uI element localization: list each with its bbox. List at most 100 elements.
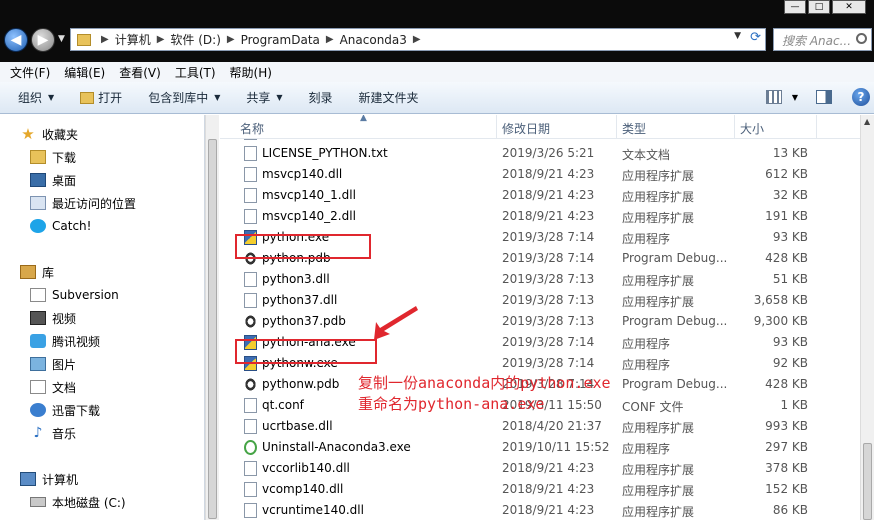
file-row[interactable]: msvcp140_1.dll 2018/9/21 4:23 应用程序扩展 32 KB bbox=[220, 185, 860, 206]
include-label: 包含到库中 bbox=[148, 91, 209, 105]
sidebar-item-desktop[interactable]: 桌面 bbox=[30, 169, 76, 191]
file-list-scroll-thumb[interactable] bbox=[863, 443, 872, 520]
search-icon[interactable] bbox=[856, 33, 867, 44]
subversion-icon bbox=[30, 288, 46, 302]
document-icon bbox=[244, 146, 257, 161]
help-icon[interactable]: ? bbox=[852, 88, 870, 106]
column-divider[interactable] bbox=[496, 115, 497, 139]
refresh-icon[interactable]: ⟳ bbox=[750, 30, 761, 45]
organize-label: 组织 bbox=[18, 91, 43, 105]
column-name[interactable]: 名称 bbox=[240, 120, 264, 137]
sidebar-item-xunlei[interactable]: 迅雷下载 bbox=[30, 399, 100, 421]
sidebar-item-music[interactable]: ♪ 音乐 bbox=[30, 422, 76, 444]
sidebar-item-tencent-video[interactable]: 腾讯视频 bbox=[30, 330, 100, 352]
sidebar-label: 收藏夹 bbox=[42, 127, 79, 142]
share-button[interactable]: 共享 ▼ bbox=[246, 89, 282, 106]
sidebar-label: Subversion bbox=[52, 288, 119, 302]
sidebar-label: 计算机 bbox=[42, 472, 79, 487]
back-button[interactable]: ◀ bbox=[4, 28, 28, 52]
command-bar: 组织 ▼ 打开 包含到库中 ▼ 共享 ▼ 刻录 新建文件夹 ▼ ? bbox=[0, 82, 874, 114]
column-type[interactable]: 类型 bbox=[622, 120, 646, 137]
burn-button[interactable]: 刻录 bbox=[309, 89, 333, 106]
scroll-up-icon[interactable]: ▲ bbox=[864, 117, 870, 126]
maximize-button[interactable]: □ bbox=[808, 0, 830, 14]
breadcrumb-programdata[interactable]: ProgramData bbox=[241, 33, 320, 47]
sidebar-item-library[interactable]: 库 bbox=[20, 261, 54, 283]
menu-tools[interactable]: 工具(T) bbox=[175, 64, 216, 81]
column-date[interactable]: 修改日期 bbox=[502, 120, 550, 137]
file-row[interactable]: python3.dll 2019/3/28 7:13 应用程序扩展 51 KB bbox=[220, 269, 860, 290]
sidebar-scroll-thumb[interactable] bbox=[208, 139, 217, 519]
sidebar-scrollbar[interactable] bbox=[205, 115, 219, 520]
downloads-folder-icon bbox=[30, 150, 46, 164]
file-row[interactable]: vcruntime140.dll 2018/9/21 4:23 应用程序扩展 86 K… bbox=[220, 500, 860, 520]
view-options-icon[interactable] bbox=[765, 90, 782, 104]
file-size: 297 KB bbox=[765, 440, 808, 454]
sidebar-item-videos[interactable]: 视频 bbox=[30, 307, 76, 329]
recent-places-icon bbox=[30, 196, 46, 210]
search-input[interactable]: 搜索 Anac... bbox=[773, 28, 872, 51]
sidebar-label: 库 bbox=[42, 265, 55, 280]
minimize-button[interactable]: — bbox=[784, 0, 806, 14]
menu-file[interactable]: 文件(F) bbox=[10, 64, 50, 81]
file-row[interactable]: LICENSE_PYTHON.txt 2019/3/26 5:21 文本文档 13 K… bbox=[220, 143, 860, 164]
sidebar-item-catch[interactable]: Catch! bbox=[30, 215, 91, 237]
forward-button[interactable]: ▶ bbox=[31, 28, 55, 52]
document-icon bbox=[244, 503, 257, 518]
recent-pages-dropdown[interactable]: ▼ bbox=[58, 34, 65, 44]
uninstaller-icon bbox=[244, 440, 257, 455]
file-size: 93 KB bbox=[772, 230, 808, 244]
column-size[interactable]: 大小 bbox=[740, 120, 764, 137]
sidebar-item-favorites[interactable]: ★ 收藏夹 bbox=[20, 123, 78, 145]
file-row[interactable]: vcomp140.dll 2018/9/21 4:23 应用程序扩展 152 KB bbox=[220, 479, 860, 500]
file-row[interactable]: msvcp140.dll 2018/9/21 4:23 应用程序扩展 612 KB bbox=[220, 164, 860, 185]
file-name: vcruntime140.dll bbox=[262, 503, 364, 517]
sidebar-item-subversion[interactable]: Subversion bbox=[30, 284, 119, 306]
open-button[interactable]: 打开 bbox=[80, 89, 122, 106]
menu-bar: 文件(F) 编辑(E) 查看(V) 工具(T) 帮助(H) bbox=[0, 62, 874, 82]
chevron-right-icon[interactable]: ▶ bbox=[413, 34, 421, 45]
address-bar[interactable]: ▶ 计算机 ▶ 软件 (D:) ▶ ProgramData ▶ Anaconda… bbox=[70, 28, 766, 51]
sidebar-item-pictures[interactable]: 图片 bbox=[30, 353, 76, 375]
file-row[interactable]: python37.pdb 2019/3/28 7:13 Program Debug.… bbox=[220, 311, 860, 332]
close-button[interactable]: ✕ bbox=[832, 0, 866, 14]
chevron-right-icon[interactable]: ▶ bbox=[326, 34, 334, 45]
include-in-library-button[interactable]: 包含到库中 ▼ bbox=[148, 89, 220, 106]
file-list: cwp.py2019/3/18 19:24Python File2 KBLICE… bbox=[220, 115, 860, 520]
address-dropdown-icon[interactable]: ▼ bbox=[734, 31, 741, 41]
chevron-down-icon: ▼ bbox=[276, 93, 283, 102]
menu-help[interactable]: 帮助(H) bbox=[230, 64, 272, 81]
pictures-icon bbox=[30, 357, 46, 371]
sidebar-item-local-disk[interactable]: 本地磁盘 (C:) bbox=[30, 491, 126, 513]
sidebar-item-documents[interactable]: 文档 bbox=[30, 376, 76, 398]
file-type: Program Debug... bbox=[622, 377, 728, 391]
preview-pane-icon[interactable] bbox=[816, 90, 832, 104]
menu-view[interactable]: 查看(V) bbox=[119, 64, 161, 81]
new-folder-button[interactable]: 新建文件夹 bbox=[359, 89, 419, 106]
column-divider[interactable] bbox=[816, 115, 817, 139]
menu-edit[interactable]: 编辑(E) bbox=[64, 64, 105, 81]
column-divider[interactable] bbox=[734, 115, 735, 139]
breadcrumb-drive[interactable]: 软件 (D:) bbox=[170, 31, 220, 48]
file-list-scrollbar[interactable]: ▲ bbox=[860, 115, 874, 520]
file-row[interactable]: Uninstall-Anaconda3.exe 2019/10/11 15:52 应… bbox=[220, 437, 860, 458]
chevron-right-icon[interactable]: ▶ bbox=[157, 34, 165, 45]
column-divider[interactable] bbox=[616, 115, 617, 139]
file-type: 文本文档 bbox=[622, 148, 671, 162]
sidebar-item-downloads[interactable]: 下载 bbox=[30, 146, 76, 168]
chevron-right-icon[interactable]: ▶ bbox=[227, 34, 235, 45]
breadcrumb-computer[interactable]: 计算机 bbox=[115, 31, 151, 48]
organize-button[interactable]: 组织 ▼ bbox=[18, 89, 54, 106]
sidebar-item-recent[interactable]: 最近访问的位置 bbox=[30, 192, 136, 214]
chevron-down-icon[interactable]: ▼ bbox=[792, 93, 798, 102]
file-row[interactable]: vccorlib140.dll 2018/9/21 4:23 应用程序扩展 378 K… bbox=[220, 458, 860, 479]
file-row[interactable]: msvcp140_2.dll 2018/9/21 4:23 应用程序扩展 191 KB bbox=[220, 206, 860, 227]
file-date: 2019/3/28 7:14 bbox=[502, 335, 595, 349]
file-row[interactable]: ucrtbase.dll 2018/4/20 21:37 应用程序扩展 993 KB bbox=[220, 416, 860, 437]
file-row[interactable]: python37.dll 2019/3/28 7:13 应用程序扩展 3,658 KB bbox=[220, 290, 860, 311]
chevron-right-icon[interactable]: ▶ bbox=[101, 34, 109, 45]
file-date: 2019/3/26 5:21 bbox=[502, 146, 595, 160]
breadcrumb-anaconda3[interactable]: Anaconda3 bbox=[340, 33, 407, 47]
pdb-file-icon bbox=[244, 314, 257, 329]
sidebar-item-computer[interactable]: 计算机 bbox=[20, 468, 78, 490]
